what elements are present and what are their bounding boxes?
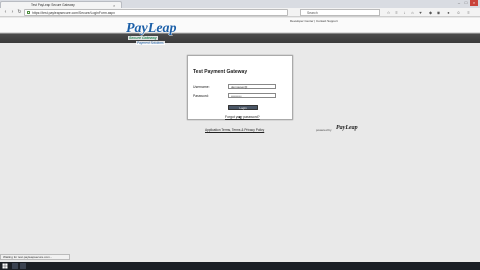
- logo-text: PayLeap: [126, 21, 177, 36]
- password-value: ••••••••••: [231, 94, 242, 98]
- powered-by-logo[interactable]: PayLeap: [336, 125, 358, 131]
- download-icon[interactable]: ↓: [402, 10, 407, 15]
- login-button[interactable]: Login: [228, 105, 258, 110]
- page-title: Test Payment Gateway: [193, 69, 248, 75]
- site-header: Developer Center | Contact Support: [0, 18, 480, 43]
- sync-icon[interactable]: ●: [446, 10, 451, 15]
- status-bar: Waiting for test.payleapsecure.com...: [0, 254, 70, 260]
- os-taskbar: [0, 262, 480, 270]
- username-label: Username:: [193, 85, 210, 89]
- logo-tagline: Payment Solutions: [136, 41, 165, 45]
- search-placeholder: Search: [307, 11, 318, 15]
- logo-subtitle: Secure Gateway: [128, 36, 158, 40]
- minimize-icon[interactable]: –: [456, 0, 462, 6]
- forward-icon[interactable]: ›: [9, 9, 16, 16]
- password-label: Password:: [193, 94, 209, 98]
- username-value: demouser@: [231, 85, 248, 89]
- menu-icon[interactable]: ≡: [466, 10, 471, 15]
- home-icon[interactable]: ⌂: [410, 10, 415, 15]
- terms-link[interactable]: Application Terms, Terms & Privacy Polic…: [205, 128, 264, 132]
- browser-toolbar: ‹ › ↻ https://test.payleapsecure.com/Sec…: [0, 8, 480, 17]
- window-close-icon[interactable]: ×: [470, 0, 478, 6]
- username-field[interactable]: demouser@: [228, 84, 276, 89]
- login-panel: Test Payment Gateway Username: demouser@…: [187, 55, 293, 120]
- extension-icon[interactable]: ◆: [428, 10, 433, 15]
- lock-icon: [27, 11, 30, 14]
- taskbar-app-browser[interactable]: [12, 263, 18, 269]
- reload-icon[interactable]: ↻: [16, 9, 23, 16]
- start-icon[interactable]: [2, 263, 8, 269]
- extension-icon-2[interactable]: ◉: [436, 10, 441, 15]
- star-icon[interactable]: ☆: [386, 10, 391, 15]
- pocket-icon[interactable]: ♥: [418, 10, 423, 15]
- smiley-icon[interactable]: ☺: [456, 10, 461, 15]
- taskbar-app[interactable]: [20, 263, 26, 269]
- reading-list-icon[interactable]: ≡: [394, 10, 399, 15]
- header-links[interactable]: Developer Center | Contact Support: [290, 19, 338, 23]
- powered-by-text: powered by: [316, 128, 332, 132]
- back-icon[interactable]: ‹: [2, 9, 9, 16]
- mouse-cursor-icon: ↖: [238, 116, 244, 122]
- payleap-logo: PayLeap Secure Gateway Payment Solutions: [126, 22, 182, 46]
- maximize-icon[interactable]: □: [463, 0, 469, 6]
- address-bar[interactable]: https://test.payleapsecure.com/Secure/Lo…: [24, 9, 288, 16]
- url-text: https://test.payleapsecure.com/Secure/Lo…: [32, 11, 115, 15]
- search-input[interactable]: Search: [300, 9, 380, 16]
- browser-tab[interactable]: Test PayLeap Secure Gateway ×: [0, 1, 122, 8]
- password-field[interactable]: ••••••••••: [228, 93, 276, 98]
